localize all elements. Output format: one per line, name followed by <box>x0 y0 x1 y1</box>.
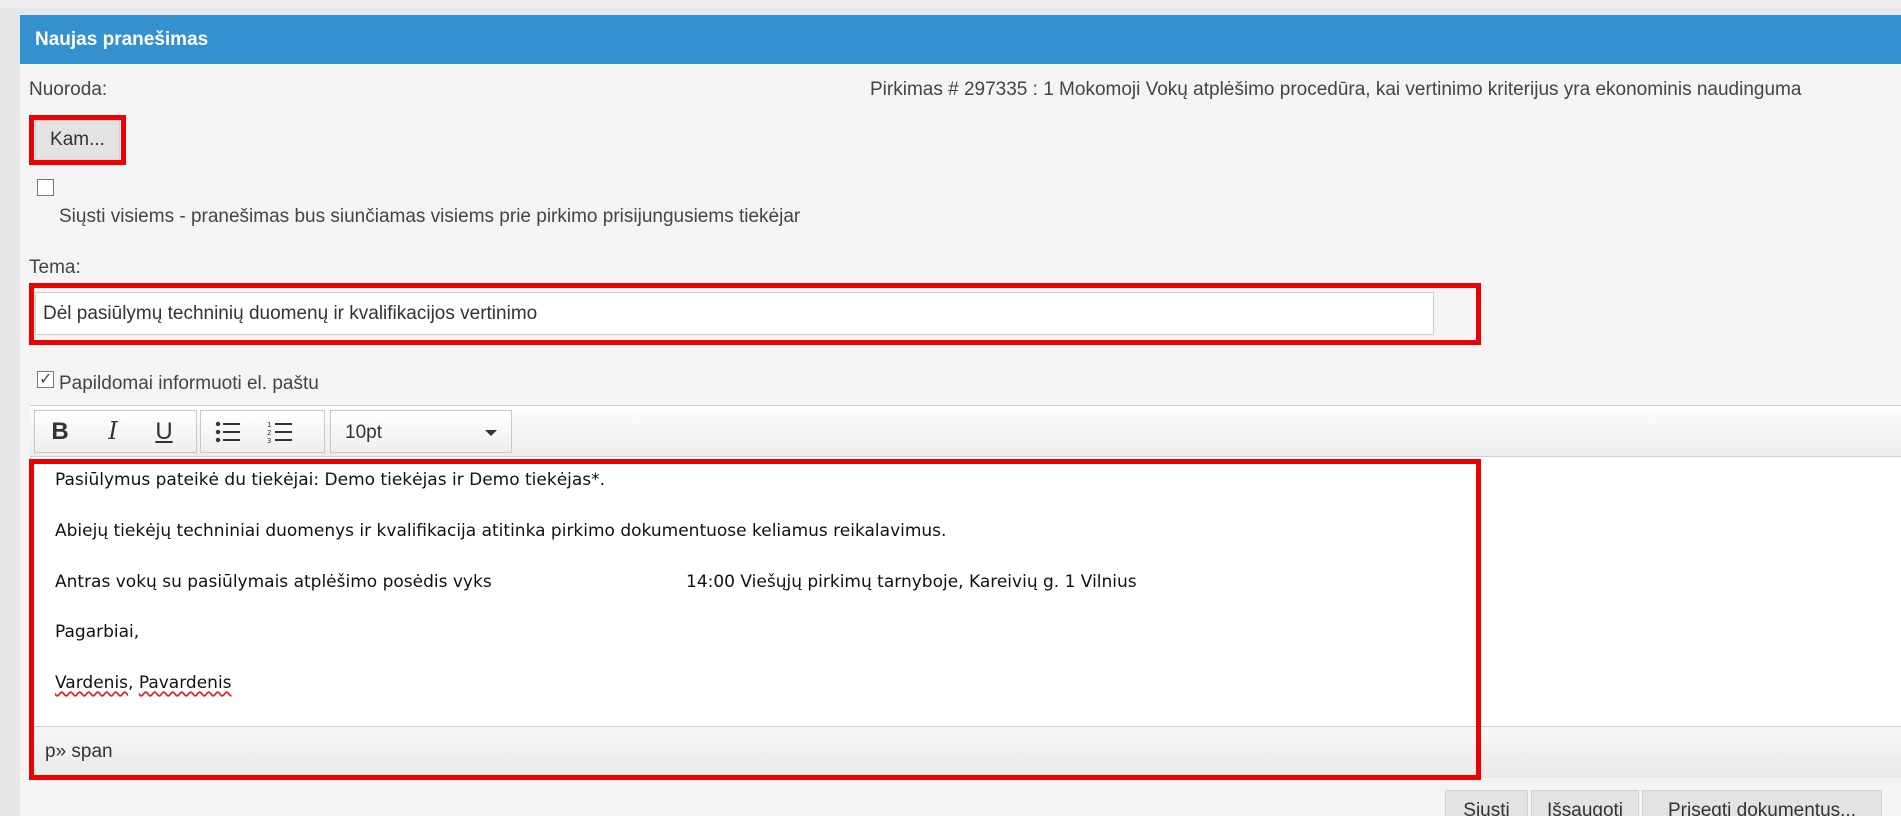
editor-toolbar: B I U 1 2 3 10pt <box>30 405 1901 457</box>
send-button[interactable]: Siųsti <box>1445 790 1528 816</box>
dialog-titlebar: Naujas pranešimas <box>20 15 1901 64</box>
svg-text:2: 2 <box>267 429 271 437</box>
bullet-list-icon <box>215 421 240 443</box>
numbered-list-button[interactable]: 1 2 3 <box>261 411 299 452</box>
email-notify-label: Papildomai informuoti el. paštu <box>59 373 319 394</box>
font-size-value: 10pt <box>345 422 382 443</box>
dialog-title: Naujas pranešimas <box>35 29 209 50</box>
svg-text:3: 3 <box>267 437 271 443</box>
save-button[interactable]: Išsaugoti <box>1531 790 1639 816</box>
page: Naujas pranešimas Nuoroda: Pirkimas # 29… <box>0 0 1901 816</box>
subject-label: Tema: <box>29 257 81 278</box>
underline-button[interactable]: U <box>145 411 183 452</box>
numbered-list-icon: 1 2 3 <box>267 421 292 445</box>
italic-button[interactable]: I <box>94 411 132 452</box>
bullet-list-button[interactable] <box>209 411 247 452</box>
subject-input[interactable]: Dėl pasiūlymų techninių duomenų ir kvali… <box>35 292 1434 335</box>
new-message-dialog: Naujas pranešimas Nuoroda: Pirkimas # 29… <box>20 15 1901 816</box>
font-size-select[interactable]: 10pt <box>330 410 512 453</box>
send-all-label: Siųsti visiems - pranešimas bus siunčiam… <box>59 206 801 227</box>
reference-label: Nuoroda: <box>29 79 108 100</box>
list-group: 1 2 3 <box>200 410 325 453</box>
highlight-message-body <box>29 459 1481 780</box>
send-all-checkbox[interactable] <box>37 179 54 196</box>
chevron-down-icon <box>485 430 497 436</box>
recipients-button[interactable]: Kam... <box>35 120 120 160</box>
format-group: B I U <box>34 410 197 453</box>
window-top-edge <box>0 0 1901 8</box>
email-notify-checkbox[interactable] <box>37 369 54 389</box>
attach-documents-button[interactable]: Prisegti dokumentus... <box>1642 790 1882 816</box>
bold-button[interactable]: B <box>41 411 79 452</box>
svg-text:1: 1 <box>267 421 271 429</box>
reference-value: Pirkimas # 297335 : 1 Mokomoji Vokų atpl… <box>870 79 1802 100</box>
